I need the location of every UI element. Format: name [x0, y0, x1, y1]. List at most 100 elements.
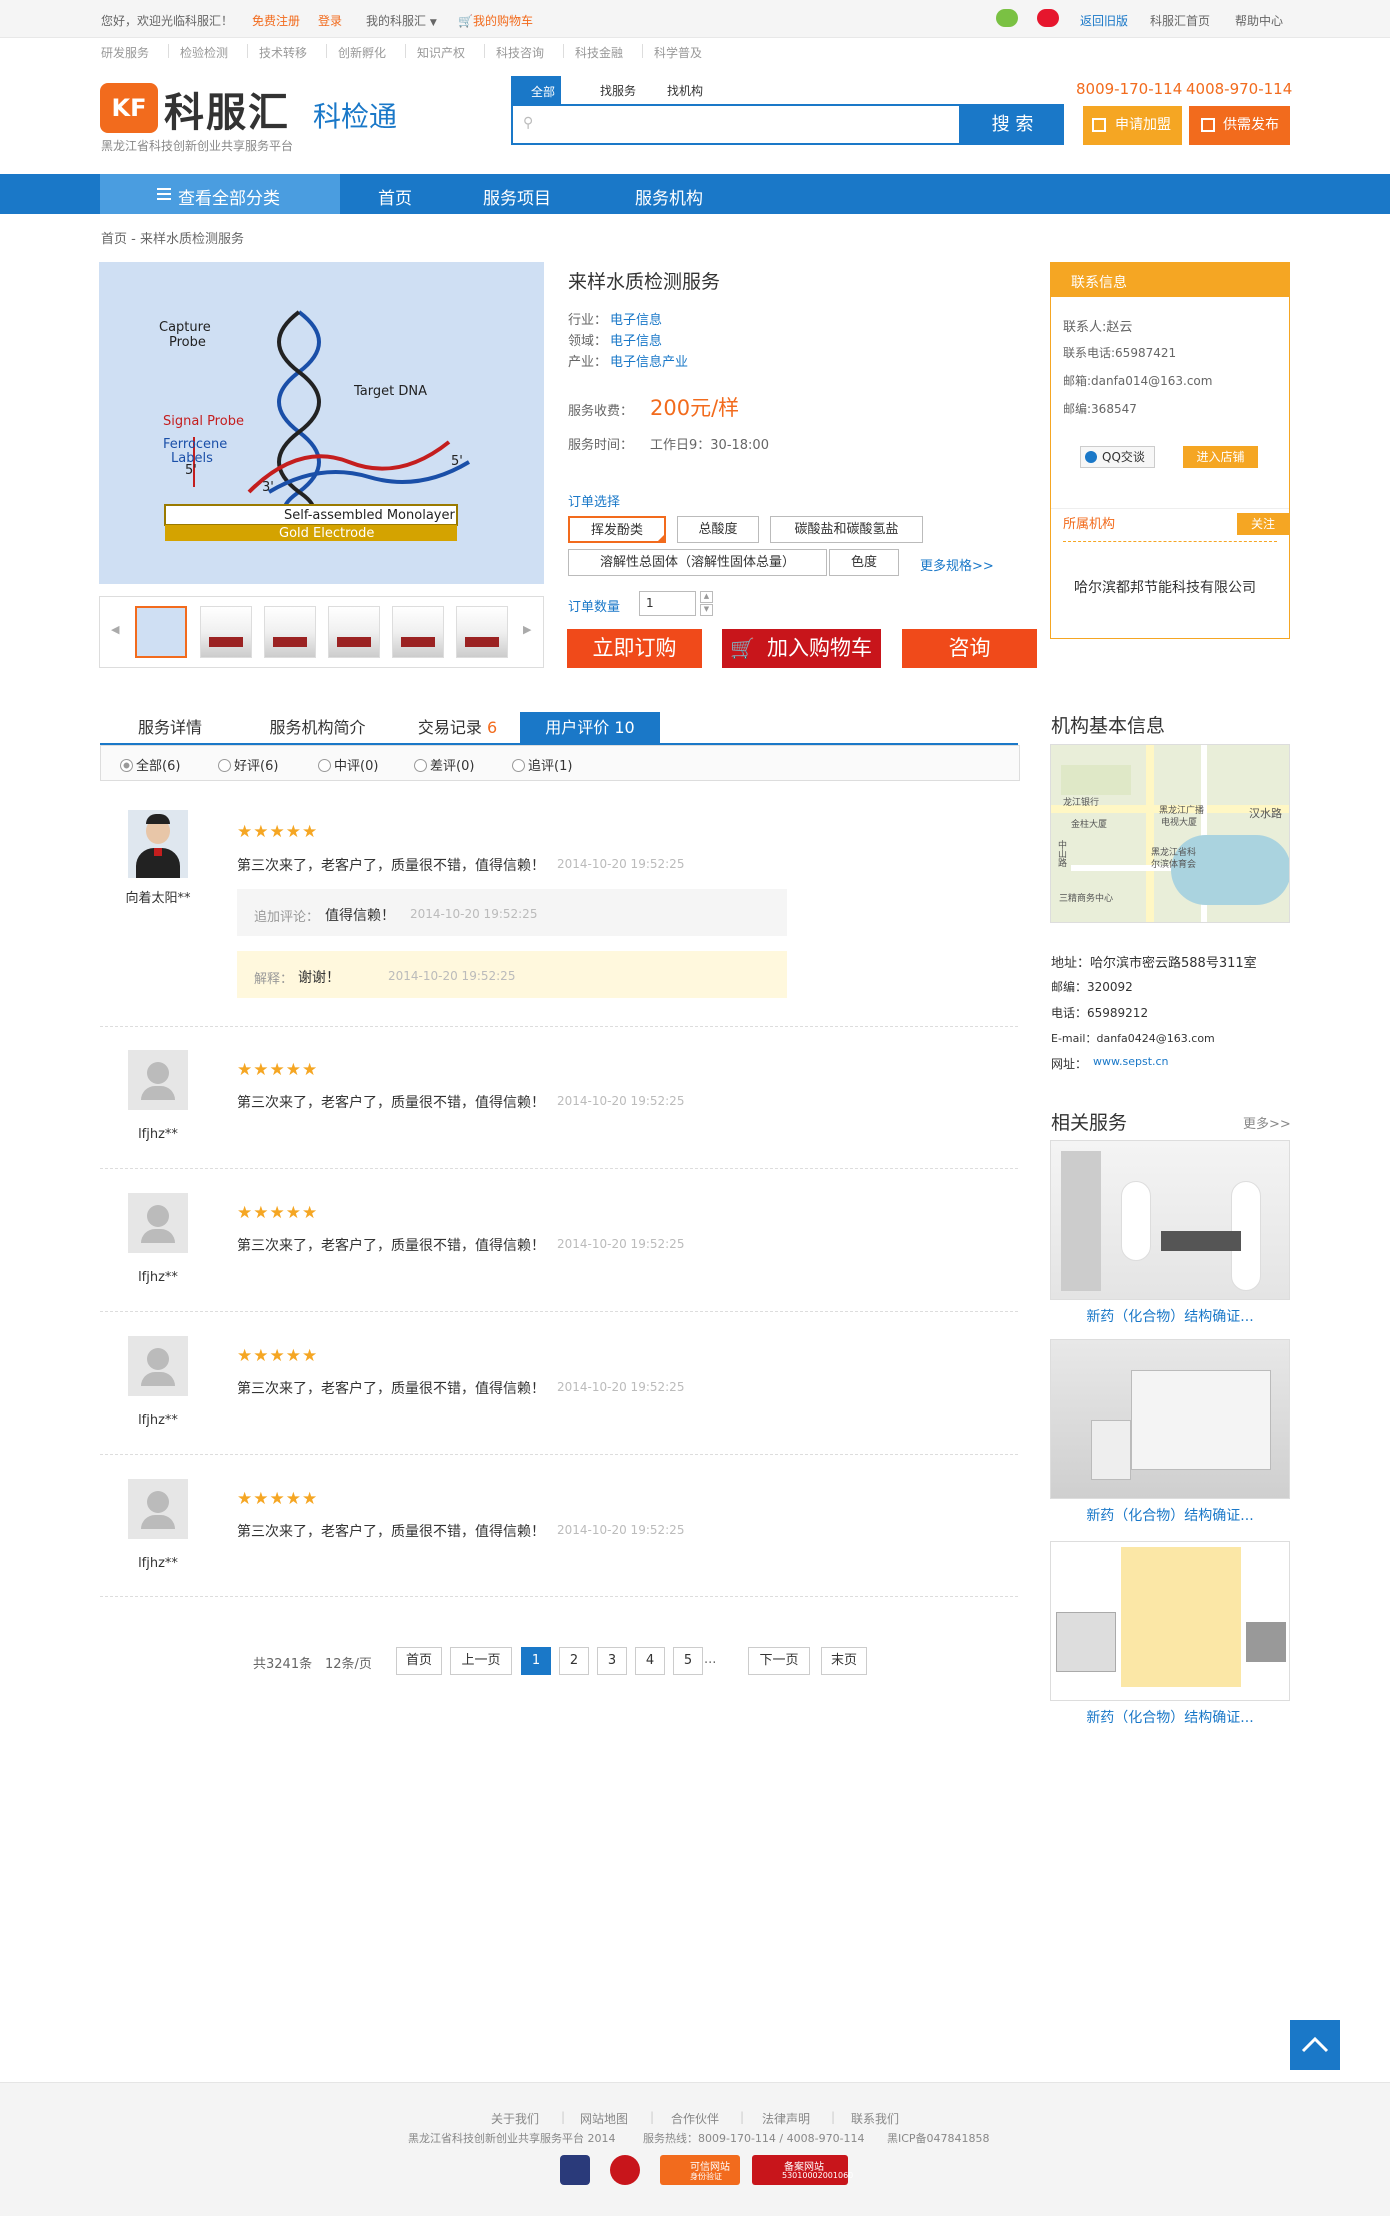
footer-link[interactable]: 法律声明	[762, 2110, 810, 2127]
related-service-link[interactable]: 新药（化合物）结构确证...	[1050, 1306, 1290, 1326]
spec-option[interactable]: 总酸度	[677, 516, 759, 543]
subnav-item[interactable]: 创新孵化	[338, 44, 386, 61]
tab-details[interactable]: 服务详情	[100, 712, 240, 744]
gov-badge-icon[interactable]	[610, 2155, 640, 2185]
related-more-link[interactable]: 更多>>	[1243, 1113, 1291, 1132]
tab-org-intro[interactable]: 服务机构简介	[240, 712, 395, 744]
filter-medium[interactable]: 中评(0)	[318, 755, 378, 774]
tab-transactions[interactable]: 交易记录 6	[395, 712, 520, 744]
spec-option[interactable]: 碳酸盐和碳酸氢盐	[770, 516, 923, 543]
next-thumb-arrow[interactable]: ▶	[523, 623, 531, 636]
thumbnail[interactable]	[264, 606, 316, 658]
subnav-item[interactable]: 检验检测	[180, 44, 228, 61]
subnav-item[interactable]: 技术转移	[259, 44, 307, 61]
home-link[interactable]: 科服汇首页	[1150, 12, 1210, 29]
next-page-button[interactable]: 下一页	[748, 1647, 810, 1675]
org-map[interactable]: 龙江银行 金柱大厦 黑龙江广播 电视大厦 汉水路 黑龙江省科 尔滨体育会 三精商…	[1050, 744, 1290, 923]
org-website-link[interactable]: www.sepst.cn	[1093, 1055, 1169, 1068]
add-to-cart-button[interactable]: 🛒 加入购物车	[722, 629, 881, 668]
related-service-link[interactable]: 新药（化合物）结构确证...	[1050, 1707, 1290, 1727]
filter-good[interactable]: 好评(6)	[218, 755, 278, 774]
service-time: 工作日9：30-18:00	[650, 438, 769, 453]
subnav-item[interactable]: 科学普及	[654, 44, 702, 61]
buy-now-button[interactable]: 立即订购	[567, 629, 702, 668]
page-1-button[interactable]: 1	[521, 1647, 551, 1675]
thumbnail-active[interactable]	[135, 606, 187, 658]
last-page-button[interactable]: 末页	[821, 1647, 867, 1675]
subnav-item[interactable]: 知识产权	[417, 44, 465, 61]
logo-badge: KF	[100, 83, 158, 133]
search-tab-service[interactable]: 找服务	[600, 82, 636, 99]
page-4-button[interactable]: 4	[635, 1647, 665, 1675]
org-name[interactable]: 哈尔滨都邦节能科技有限公司	[1074, 577, 1256, 597]
page-3-button[interactable]: 3	[597, 1647, 627, 1675]
thumbnail[interactable]	[392, 606, 444, 658]
nav-services[interactable]: 服务项目	[483, 184, 551, 209]
join-button[interactable]: 申请加盟	[1083, 106, 1182, 145]
my-account-menu[interactable]: 我的科服汇 ▼	[366, 12, 437, 29]
footer-link[interactable]: 合作伙伴	[671, 2110, 719, 2127]
spec-option-selected[interactable]: 挥发酚类	[568, 516, 666, 543]
filter-all[interactable]: 全部(6)	[120, 755, 180, 774]
trusted-site-badge[interactable]: 可信网站 身份验证	[660, 2155, 740, 2185]
related-service-image[interactable]	[1050, 1541, 1290, 1701]
all-categories-button[interactable]: 查看全部分类	[100, 174, 340, 214]
police-badge-icon[interactable]	[560, 2155, 590, 2185]
avatar	[128, 810, 188, 878]
quantity-input[interactable]: 1	[639, 591, 696, 616]
qq-chat-button[interactable]: QQ交谈	[1080, 446, 1155, 468]
wechat-icon[interactable]	[996, 9, 1018, 27]
prev-page-button[interactable]: 上一页	[450, 1647, 512, 1675]
thumbnail[interactable]	[200, 606, 252, 658]
subnav-item[interactable]: 科技金融	[575, 44, 623, 61]
nav-home[interactable]: 首页	[378, 184, 412, 209]
back-to-top-button[interactable]	[1290, 2020, 1340, 2070]
enter-shop-button[interactable]: 进入店铺	[1183, 446, 1258, 468]
field-link[interactable]: 电子信息	[610, 330, 662, 349]
footer-link[interactable]: 关于我们	[491, 2110, 539, 2127]
footer-link[interactable]: 联系我们	[851, 2110, 899, 2127]
more-spec-link[interactable]: 更多规格>>	[920, 555, 994, 574]
tab-reviews[interactable]: 用户评价 10	[520, 712, 660, 744]
first-page-button[interactable]: 首页	[396, 1647, 442, 1675]
nav-orgs[interactable]: 服务机构	[635, 184, 703, 209]
avatar	[128, 1193, 188, 1253]
cart-link[interactable]: 🛒我的购物车	[458, 12, 533, 29]
filter-append[interactable]: 追评(1)	[512, 755, 572, 774]
record-site-badge[interactable]: 备案网站 53010002001060	[752, 2155, 853, 2185]
page-2-button[interactable]: 2	[559, 1647, 589, 1675]
search-input[interactable]: ⚲	[511, 104, 961, 145]
help-link[interactable]: 帮助中心	[1235, 12, 1283, 29]
weibo-icon[interactable]	[1037, 9, 1059, 27]
thumbnail[interactable]	[456, 606, 508, 658]
search-tab-all[interactable]: 全部	[511, 76, 561, 104]
login-link[interactable]: 登录	[318, 12, 342, 29]
review-time: 2014-10-20 19:52:25	[557, 857, 685, 871]
search-tab-org[interactable]: 找机构	[667, 82, 703, 99]
subnav-item[interactable]: 科技咨询	[496, 44, 544, 61]
prev-thumb-arrow[interactable]: ◀	[111, 623, 119, 636]
industry-link[interactable]: 电子信息	[610, 309, 662, 328]
consult-button[interactable]: 咨询	[902, 629, 1037, 668]
related-service-link[interactable]: 新药（化合物）结构确证...	[1050, 1505, 1290, 1525]
footer-link[interactable]: 网站地图	[580, 2110, 628, 2127]
review-text: 第三次来了，老客户了，质量很不错，值得信赖！	[237, 1095, 545, 1111]
register-link[interactable]: 免费注册	[252, 12, 300, 29]
cart-icon: 🛒	[458, 14, 473, 28]
related-service-image[interactable]	[1050, 1339, 1290, 1499]
spec-option[interactable]: 溶解性总固体（溶解性固体总量）	[568, 549, 827, 576]
spec-option[interactable]: 色度	[829, 549, 899, 576]
sector-link[interactable]: 电子信息产业	[610, 351, 688, 370]
thumbnail[interactable]	[328, 606, 380, 658]
subnav-item[interactable]: 研发服务	[101, 44, 149, 61]
org-address: 地址：哈尔滨市密云路588号311室	[1051, 956, 1257, 971]
follow-button[interactable]: 关注	[1237, 513, 1289, 535]
related-service-image[interactable]	[1050, 1140, 1290, 1300]
qty-up-button[interactable]: ▲	[700, 591, 713, 603]
publish-button[interactable]: 供需发布	[1189, 106, 1290, 145]
back-old-link[interactable]: 返回旧版	[1080, 12, 1128, 29]
page-5-button[interactable]: 5	[673, 1647, 703, 1675]
filter-bad[interactable]: 差评(0)	[414, 755, 474, 774]
qty-down-button[interactable]: ▼	[700, 604, 713, 616]
search-button[interactable]: 搜 索	[961, 104, 1064, 145]
